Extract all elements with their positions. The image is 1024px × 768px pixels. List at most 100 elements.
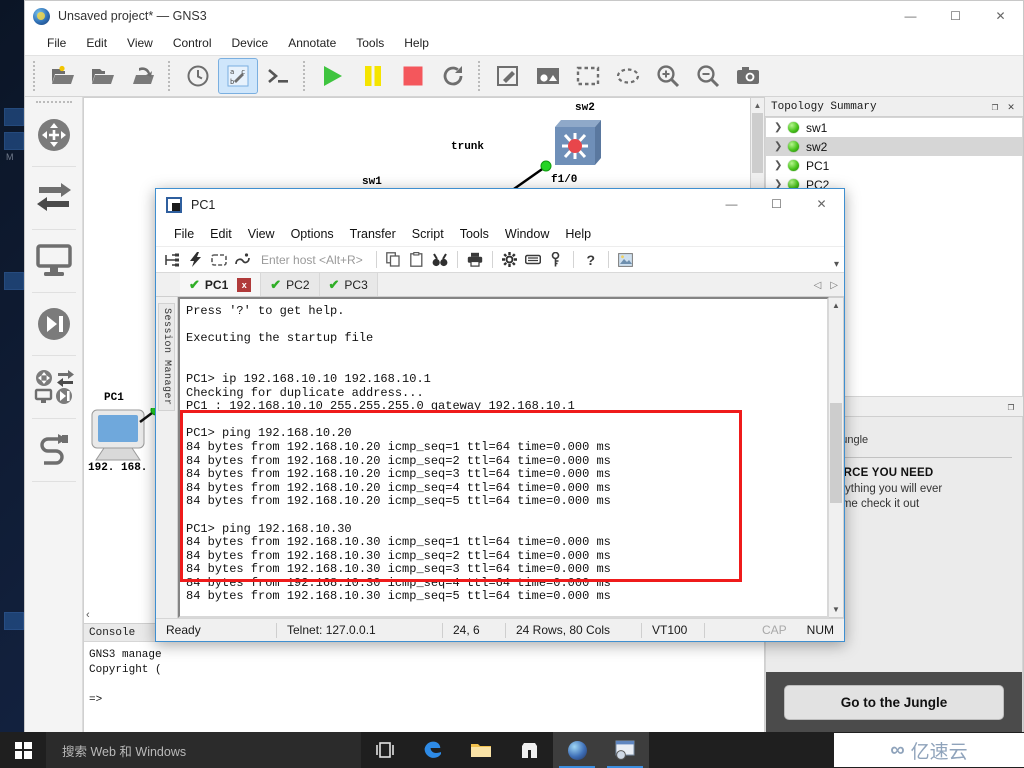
close-icon[interactable]: ✕ — [1003, 100, 1019, 114]
terminal-close-button[interactable]: ✕ — [799, 189, 844, 219]
gns3-app-icon[interactable] — [553, 732, 601, 768]
image-icon[interactable] — [615, 249, 637, 271]
browse-routers-icon[interactable] — [29, 107, 79, 163]
menu-tools[interactable]: Tools — [346, 34, 394, 52]
browse-end-devices-icon[interactable] — [29, 233, 79, 289]
gns3-close-button[interactable]: ✕ — [978, 1, 1023, 31]
save-project-icon[interactable] — [124, 59, 162, 93]
pause-all-icon[interactable] — [354, 59, 392, 93]
connect-icon[interactable] — [162, 249, 184, 271]
console-icon[interactable] — [259, 59, 297, 93]
menu-help[interactable]: Help — [394, 34, 439, 52]
terminal-menu-file[interactable]: File — [166, 225, 202, 243]
stop-all-icon[interactable] — [394, 59, 432, 93]
print-icon[interactable] — [464, 249, 486, 271]
reconnect-icon[interactable] — [208, 249, 230, 271]
terminal-menu-script[interactable]: Script — [404, 225, 452, 243]
terminal-vertical-scrollbar[interactable]: ▲ ▼ — [829, 297, 844, 618]
toolbar-grip[interactable] — [33, 61, 38, 91]
tab-prev-icon[interactable]: ◁ — [814, 280, 822, 291]
canvas-collapse-icon[interactable]: ‹ — [86, 609, 90, 621]
start-button[interactable] — [0, 732, 46, 768]
scroll-thumb[interactable] — [752, 113, 763, 173]
draw-ellipse-icon[interactable] — [609, 59, 647, 93]
menu-edit[interactable]: Edit — [76, 34, 117, 52]
tab-pc1[interactable]: ✔ PC1 x — [180, 273, 262, 296]
browse-all-devices-icon[interactable] — [29, 359, 79, 415]
copy-icon[interactable] — [383, 249, 405, 271]
restore-icon[interactable]: ❐ — [1003, 400, 1019, 414]
terminal-menu-edit[interactable]: Edit — [202, 225, 240, 243]
tab-next-icon[interactable]: ▷ — [830, 280, 838, 291]
key-icon[interactable] — [545, 249, 567, 271]
paste-icon[interactable] — [406, 249, 428, 271]
scroll-down-icon[interactable]: ▼ — [829, 602, 843, 617]
toolbar-grip[interactable] — [168, 61, 173, 91]
chevron-right-icon[interactable]: ❯ — [774, 160, 788, 171]
edit-text-icon[interactable] — [489, 59, 527, 93]
terminal-menu-view[interactable]: View — [240, 225, 283, 243]
session-options-icon[interactable] — [499, 249, 521, 271]
node-icon-pc1[interactable] — [86, 408, 158, 470]
menu-annotate[interactable]: Annotate — [278, 34, 346, 52]
scroll-up-icon[interactable]: ▲ — [829, 298, 843, 313]
zoom-in-icon[interactable] — [649, 59, 687, 93]
terminal-minimize-button[interactable]: — — [709, 189, 754, 219]
topology-item-sw2[interactable]: ❯ sw2 — [766, 137, 1022, 156]
terminal-maximize-button[interactable]: ☐ — [754, 189, 799, 219]
open-project-icon[interactable] — [84, 59, 122, 93]
add-link-icon[interactable] — [29, 422, 79, 478]
draw-rectangle-icon[interactable] — [569, 59, 607, 93]
screenshot-select-icon[interactable]: acb — [218, 58, 258, 94]
keymap-editor-icon[interactable] — [522, 249, 544, 271]
terminal-menu-transfer[interactable]: Transfer — [342, 225, 404, 243]
tab-close-button[interactable]: x — [237, 277, 252, 292]
chevron-right-icon[interactable]: ❯ — [774, 122, 788, 133]
scroll-thumb[interactable] — [830, 403, 842, 503]
scroll-up-icon[interactable]: ▲ — [751, 98, 764, 112]
zoom-out-icon[interactable] — [689, 59, 727, 93]
console-output[interactable]: GNS3 manage Copyright ( => — [84, 642, 764, 733]
tab-pc2[interactable]: ✔ PC2 — [261, 273, 320, 296]
store-icon[interactable] — [505, 732, 553, 768]
help-icon[interactable]: ? — [580, 249, 602, 271]
host-input[interactable]: Enter host <Alt+R> — [254, 253, 370, 267]
restore-icon[interactable]: ❐ — [987, 100, 1003, 114]
browse-switches-icon[interactable] — [29, 170, 79, 226]
toolbar-grip[interactable] — [303, 61, 308, 91]
chevron-down-icon[interactable]: ▾ — [834, 259, 839, 270]
start-all-icon[interactable] — [314, 59, 352, 93]
go-to-jungle-button[interactable]: Go to the Jungle — [784, 685, 1004, 720]
menu-file[interactable]: File — [37, 34, 76, 52]
topology-item-pc1[interactable]: ❯ PC1 — [766, 156, 1022, 175]
session-manager-rail[interactable]: Session Manager — [156, 297, 178, 618]
browse-security-devices-icon[interactable] — [29, 296, 79, 352]
disconnect-icon[interactable] — [231, 249, 253, 271]
toolbar-grip[interactable] — [478, 61, 483, 91]
insert-image-icon[interactable] — [529, 59, 567, 93]
terminal-screen[interactable]: Press '?' to get help. Executing the sta… — [178, 297, 829, 618]
new-project-icon[interactable] — [44, 59, 82, 93]
find-icon[interactable] — [429, 249, 451, 271]
menu-device[interactable]: Device — [222, 34, 279, 52]
quick-connect-icon[interactable] — [185, 249, 207, 271]
terminal-menu-window[interactable]: Window — [497, 225, 557, 243]
edge-browser-icon[interactable] — [409, 732, 457, 768]
tab-pc3[interactable]: ✔ PC3 — [319, 273, 378, 296]
gns3-maximize-button[interactable]: ☐ — [933, 1, 978, 31]
snapshot-clock-icon[interactable] — [179, 59, 217, 93]
gns3-minimize-button[interactable]: — — [888, 1, 933, 31]
securecrt-app-icon[interactable] — [601, 732, 649, 768]
terminal-menu-options[interactable]: Options — [283, 225, 342, 243]
menu-control[interactable]: Control — [163, 34, 222, 52]
task-view-icon[interactable] — [361, 732, 409, 768]
reload-all-icon[interactable] — [434, 59, 472, 93]
terminal-menu-tools[interactable]: Tools — [452, 225, 497, 243]
terminal-menu-help[interactable]: Help — [557, 225, 599, 243]
chevron-right-icon[interactable]: ❯ — [774, 141, 788, 152]
menu-view[interactable]: View — [117, 34, 163, 52]
taskbar-search-box[interactable]: 搜索 Web 和 Windows — [46, 732, 361, 768]
topology-item-sw1[interactable]: ❯ sw1 — [766, 118, 1022, 137]
file-explorer-icon[interactable] — [457, 732, 505, 768]
screenshot-icon[interactable] — [729, 59, 767, 93]
